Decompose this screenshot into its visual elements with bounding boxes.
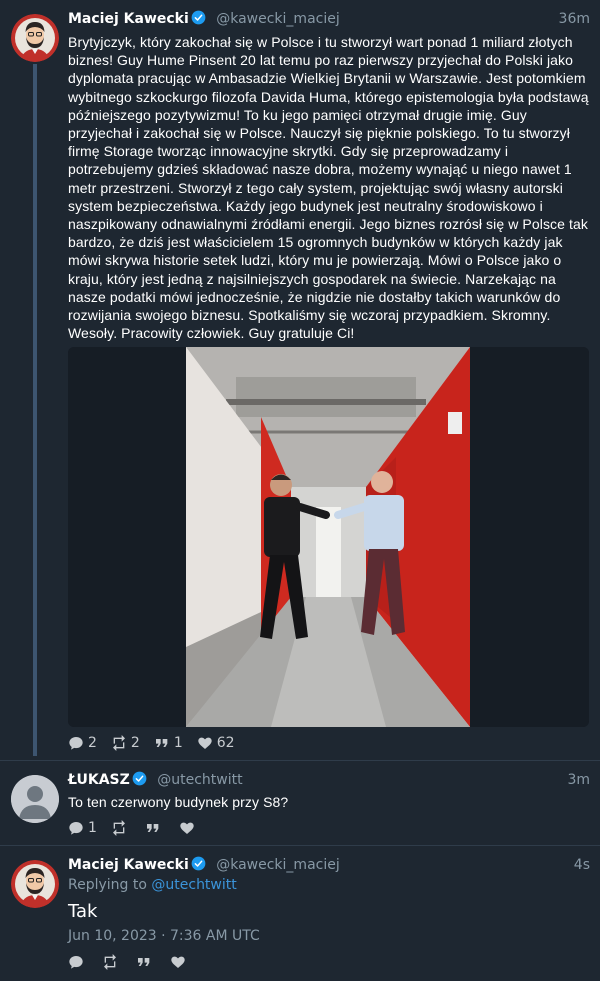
storage-corridor-photo xyxy=(68,347,589,727)
heart-icon xyxy=(171,956,185,968)
author-handle[interactable]: @kawecki_maciej xyxy=(216,11,340,27)
heart-icon xyxy=(180,822,194,834)
retweet-icon xyxy=(112,820,125,836)
tweet-3[interactable]: Maciej Kawecki @kawecki_maciej 4s Replyi… xyxy=(0,846,600,981)
tweet-2[interactable]: ŁUKASZ @utechtwitt 3m To ten czerwony bu… xyxy=(0,761,600,845)
tweet-stats: 2 2 1 62 xyxy=(68,734,249,752)
comment-icon xyxy=(69,956,83,969)
reply-stat[interactable]: 2 xyxy=(68,735,97,751)
retweet-icon xyxy=(112,735,125,751)
like-stat[interactable]: 62 xyxy=(197,735,235,751)
reply-button[interactable] xyxy=(68,954,88,970)
replying-to: Replying to @utechtwitt xyxy=(68,877,237,893)
verified-badge-icon xyxy=(132,771,147,786)
tweet-header: Maciej Kawecki @kawecki_maciej 4s xyxy=(68,855,590,875)
quote-icon xyxy=(155,739,168,747)
tweet-stats: 1 xyxy=(68,819,213,837)
retweet-icon xyxy=(104,954,116,970)
author-name[interactable]: Maciej Kawecki xyxy=(68,857,189,873)
comment-icon xyxy=(69,737,83,750)
tweet-time[interactable]: 3m xyxy=(567,770,590,790)
retweet-stat[interactable]: 2 xyxy=(111,735,140,751)
replying-to-link[interactable]: @utechtwitt xyxy=(151,877,236,893)
tweet-text: To ten czerwony budynek przy S8? xyxy=(68,794,289,810)
like-stat[interactable] xyxy=(179,820,199,836)
heart-icon xyxy=(198,737,212,749)
retweet-button[interactable] xyxy=(102,954,122,970)
comment-icon xyxy=(69,822,83,835)
tweet-text: Brytyjczyk, który zakochał się w Polsce … xyxy=(68,34,589,342)
tweet-date[interactable]: Jun 10, 2023 · 7:36 AM UTC xyxy=(68,928,260,944)
avatar[interactable] xyxy=(11,860,59,908)
quote-stat[interactable] xyxy=(145,820,165,836)
author-handle[interactable]: @kawecki_maciej xyxy=(216,857,340,873)
default-avatar-icon xyxy=(11,775,59,823)
author-handle[interactable]: @utechtwitt xyxy=(157,772,242,788)
retweet-stat[interactable] xyxy=(111,820,131,836)
tweet-time[interactable]: 36m xyxy=(559,9,590,29)
tweet-photo[interactable] xyxy=(68,347,589,727)
like-button[interactable] xyxy=(170,954,190,970)
quote-icon xyxy=(138,958,150,966)
author-name[interactable]: Maciej Kawecki xyxy=(68,11,189,27)
tweet-time[interactable]: 4s xyxy=(574,855,590,875)
tweet-header: Maciej Kawecki @kawecki_maciej 36m xyxy=(68,9,590,29)
tweet-1[interactable]: Maciej Kawecki @kawecki_maciej 36m Bryty… xyxy=(0,0,600,760)
avatar[interactable] xyxy=(11,775,59,823)
tweet-header: ŁUKASZ @utechtwitt 3m xyxy=(68,770,590,790)
verified-badge-icon xyxy=(191,856,206,871)
tweet-stats xyxy=(68,953,204,971)
tweet-text: Tak xyxy=(68,901,98,922)
author-name[interactable]: ŁUKASZ xyxy=(68,772,130,788)
verified-badge-icon xyxy=(191,10,206,25)
avatar[interactable] xyxy=(11,14,59,62)
quote-button[interactable] xyxy=(136,954,156,970)
quote-stat[interactable]: 1 xyxy=(154,735,183,751)
quote-icon xyxy=(146,824,159,832)
reply-stat[interactable]: 1 xyxy=(68,820,97,836)
